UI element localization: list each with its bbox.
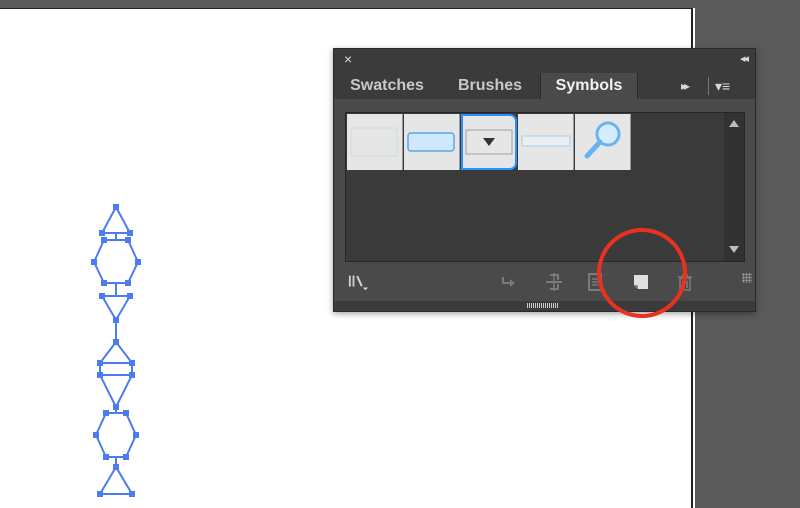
symbol-grid	[345, 112, 745, 262]
symbol-swatch-magnifier[interactable]	[575, 114, 631, 170]
symbol-swatch-empty-rectangle[interactable]	[347, 114, 403, 170]
tab-brushes[interactable]: Brushes	[441, 73, 539, 99]
symbol-swatch-blue-button[interactable]	[404, 114, 460, 170]
panel-menu-icon[interactable]: ▾≡	[715, 78, 730, 95]
delete-symbol-icon[interactable]	[674, 271, 696, 293]
hexagon-shape[interactable]	[92, 239, 140, 284]
tab-divider	[708, 77, 709, 95]
anchor-points	[91, 204, 141, 497]
panel-toolbar	[334, 267, 755, 299]
hexagon-shape[interactable]	[94, 412, 138, 458]
selected-artwork[interactable]	[80, 195, 160, 505]
new-symbol-icon[interactable]	[630, 271, 652, 293]
scroll-up-icon[interactable]	[729, 120, 739, 127]
pasteboard-top	[0, 0, 800, 8]
rectangle-shape[interactable]	[99, 362, 133, 376]
triangle-shape[interactable]	[97, 340, 135, 364]
triangle-shape[interactable]	[98, 465, 134, 495]
panel-bottom-strip	[334, 301, 755, 311]
panel-tabbar: Swatches Brushes Symbols	[334, 69, 755, 99]
resize-grip[interactable]	[742, 273, 752, 283]
symbol-options-icon[interactable]	[584, 271, 606, 293]
collapse-icon[interactable]: ◂◂	[740, 51, 749, 67]
symbol-swatch-thin-bar[interactable]	[518, 114, 574, 170]
scroll-down-icon[interactable]	[729, 246, 739, 253]
break-link-to-symbol-icon[interactable]	[543, 271, 565, 293]
panel-titlebar[interactable]: × ◂◂	[334, 49, 755, 69]
symbols-panel: × ◂◂ Swatches Brushes Symbols ▸▸ ▾≡	[333, 48, 756, 312]
symbol-libraries-menu-icon[interactable]	[348, 271, 370, 293]
close-icon[interactable]: ×	[344, 51, 352, 67]
tab-symbols[interactable]: Symbols	[540, 73, 638, 99]
tab-swatches[interactable]: Swatches	[334, 73, 440, 99]
triangle-shape[interactable]	[100, 204, 132, 234]
panel-drag-handle[interactable]	[527, 303, 559, 308]
place-symbol-instance-icon[interactable]	[497, 271, 519, 293]
grid-scrollbar[interactable]	[724, 113, 744, 261]
tab-overflow-icon[interactable]: ▸▸	[681, 79, 690, 93]
triangle-shape[interactable]	[98, 374, 134, 410]
symbol-swatch-dropdown-arrow[interactable]	[461, 114, 517, 170]
triangle-shape[interactable]	[100, 295, 132, 322]
